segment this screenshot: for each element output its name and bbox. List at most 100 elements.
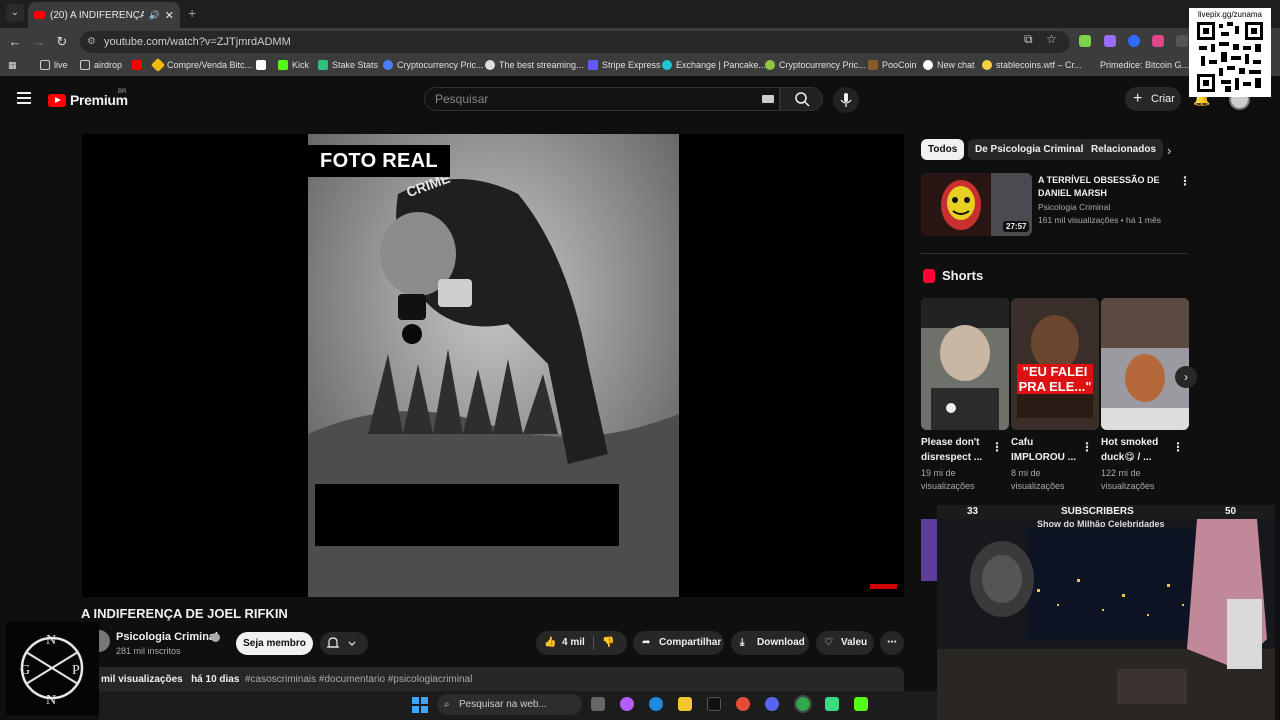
new-tab-button[interactable]: + [188, 5, 196, 21]
like-thumb-icon[interactable]: 👍 [544, 631, 556, 655]
extension-leaf-icon[interactable] [1079, 35, 1091, 47]
bookmark-item[interactable]: stablecoins.wtf – Cr... [982, 60, 1082, 70]
short-title[interactable]: Cafu IMPLOROU ... [1011, 435, 1081, 465]
sidebar-thumbnail-partial[interactable] [921, 519, 937, 581]
youtube-premium-logo[interactable]: Premium BR [48, 89, 128, 108]
related-video-channel[interactable]: Psicologia Criminal [1038, 202, 1110, 212]
chip-all[interactable]: Todos [921, 139, 965, 160]
extension-pink-icon[interactable] [1152, 35, 1164, 47]
short-more-icon[interactable]: ⋮ [991, 440, 1003, 454]
discord-icon[interactable] [765, 697, 779, 711]
kick-app-icon[interactable] [854, 697, 868, 711]
short-more-icon[interactable]: ⋮ [1172, 440, 1184, 454]
bookmark-stake[interactable] [256, 60, 266, 70]
bookmarks-bar: ▦ live airdrop Compre/Venda Bitc... Kick… [0, 56, 1280, 76]
bookmark-youtube[interactable] [132, 60, 142, 70]
binance-icon [150, 57, 166, 73]
windows-start-icon[interactable] [412, 697, 428, 713]
extensions-puzzle-icon[interactable] [1176, 35, 1188, 47]
url-bar[interactable]: ⚙ youtube.com/watch?v=ZJTjmrdADMM [80, 31, 1070, 53]
apps-grid-icon[interactable]: ▦ [8, 60, 17, 71]
svg-text:P: P [72, 663, 80, 678]
forward-arrow-icon[interactable]: → [31, 34, 47, 50]
browser-tab-active[interactable]: (20) A INDIFERENÇA DE JOEL 🔊 ✕ [28, 2, 180, 28]
download-button[interactable]: ⤓ Download [731, 631, 809, 655]
close-tab-icon[interactable]: ✕ [165, 9, 174, 22]
bookmark-item[interactable]: The best streaming... [485, 60, 584, 70]
bookmark-item[interactable]: airdrop [80, 60, 122, 70]
hashtags[interactable]: #casoscriminais #documentario #psicologi… [245, 674, 472, 685]
create-button[interactable]: + Criar [1125, 87, 1181, 111]
bookmark-item[interactable]: Compre/Venda Bitc... [150, 57, 252, 73]
cast-icon[interactable]: ⧉ [1024, 32, 1033, 47]
thanks-button[interactable]: ♡ Valeu [816, 631, 874, 655]
qr-label: livepix.gg/zunama [1197, 10, 1263, 19]
reload-icon[interactable]: ↻ [54, 34, 70, 50]
taskbar-search-input[interactable]: ⌕ Pesquisar na web... [437, 694, 582, 715]
site-info-icon[interactable]: ⚙ [87, 31, 96, 53]
short-thumbnail[interactable]: "EU FALEI PRA ELE..." [1011, 298, 1099, 430]
qr-code-icon [1197, 22, 1263, 92]
tab-search-button[interactable]: ⌄ [6, 4, 24, 22]
keyboard-icon[interactable] [762, 95, 774, 103]
stream-room-image [937, 519, 1275, 720]
bookmark-item[interactable]: Stripe Express [588, 60, 661, 70]
related-more-icon[interactable]: ⋮ [1179, 174, 1191, 188]
bookmark-star-icon[interactable]: ☆ [1046, 32, 1057, 46]
shorts-next-chevron-icon[interactable]: › [1175, 366, 1197, 388]
search-input[interactable]: Pesquisar [424, 87, 780, 111]
copilot-icon[interactable] [620, 697, 634, 711]
bookmark-item[interactable]: Primedice: Bitcoin G... [1086, 60, 1189, 70]
edge-icon[interactable] [649, 697, 663, 711]
bookmark-item[interactable]: Stake Stats [318, 60, 378, 70]
folder-icon [80, 60, 90, 70]
bookmark-item[interactable]: Exchange | Pancake... [662, 60, 766, 70]
subscriber-goal-bar: 33 SUBSCRIBERS 50 [937, 505, 1275, 519]
chip-from-channel[interactable]: De Psicologia Criminal [968, 139, 1091, 160]
channel-name[interactable]: Psicologia Criminal [116, 631, 218, 643]
bookmark-item[interactable]: Cryptocurrency Pric... [765, 60, 866, 70]
bookmark-item[interactable]: PooCoin [868, 60, 917, 70]
short-title[interactable]: Hot smoked duck😋 / ... [1101, 435, 1171, 465]
chrome-icon[interactable] [736, 697, 750, 711]
bookmark-item[interactable]: Cryptocurrency Pric... [383, 60, 484, 70]
extension-purple-icon[interactable] [1104, 35, 1116, 47]
short-more-icon[interactable]: ⋮ [1081, 440, 1093, 454]
short-thumbnail[interactable] [921, 298, 1009, 430]
tiktok-icon[interactable] [707, 697, 721, 711]
subscription-bell-button[interactable] [320, 632, 368, 655]
voice-search-button[interactable] [833, 87, 859, 113]
bookmark-item[interactable]: Kick [278, 60, 309, 70]
short-thumbnail[interactable] [1101, 298, 1189, 430]
menu-hamburger-icon[interactable] [17, 92, 31, 104]
bookmark-item[interactable]: live [40, 60, 68, 70]
chip-related[interactable]: Relacionados [1084, 139, 1164, 160]
task-view-icon[interactable] [591, 697, 605, 711]
file-explorer-icon[interactable] [678, 697, 692, 711]
join-membership-button[interactable]: Seja membro [236, 632, 313, 655]
extension-shield-icon[interactable] [1128, 35, 1140, 47]
poocoin-icon [868, 60, 878, 70]
like-count[interactable]: 4 mil [562, 631, 585, 655]
share-button[interactable]: ➦ Compartilhar [633, 631, 724, 655]
bookmark-item[interactable]: New chat [923, 60, 975, 70]
divider [593, 636, 594, 650]
chips-next-chevron-icon[interactable]: › [1167, 143, 1171, 158]
short-views: 19 mi de visualizações [921, 468, 975, 491]
chrome-active-icon[interactable] [794, 695, 812, 713]
gang-logo-icon: N N G P [6, 622, 99, 715]
browser-tab-strip: ⌄ (20) A INDIFERENÇA DE JOEL 🔊 ✕ + [0, 0, 1280, 28]
super-thanks-icon: ♡ [824, 637, 833, 648]
folder-icon [40, 60, 50, 70]
more-actions-button[interactable]: ⋯ [880, 631, 904, 655]
search-button[interactable] [780, 87, 823, 111]
short-title[interactable]: Please don't disrespect ... [921, 435, 991, 465]
tab-title: (20) A INDIFERENÇA DE JOEL [50, 9, 144, 21]
back-arrow-icon[interactable]: ← [7, 34, 23, 50]
speaker-icon[interactable]: 🔊 [149, 10, 160, 21]
video-title: A INDIFERENÇA DE JOEL RIFKIN [81, 606, 288, 621]
related-video-title[interactable]: A TERRÍVEL OBSESSÃO DE DANIEL MARSH [1038, 174, 1168, 200]
dislike-thumb-icon[interactable]: 👎 [602, 631, 614, 655]
android-app-icon[interactable] [825, 697, 839, 711]
qr-code-overlay: livepix.gg/zunama [1189, 8, 1271, 97]
